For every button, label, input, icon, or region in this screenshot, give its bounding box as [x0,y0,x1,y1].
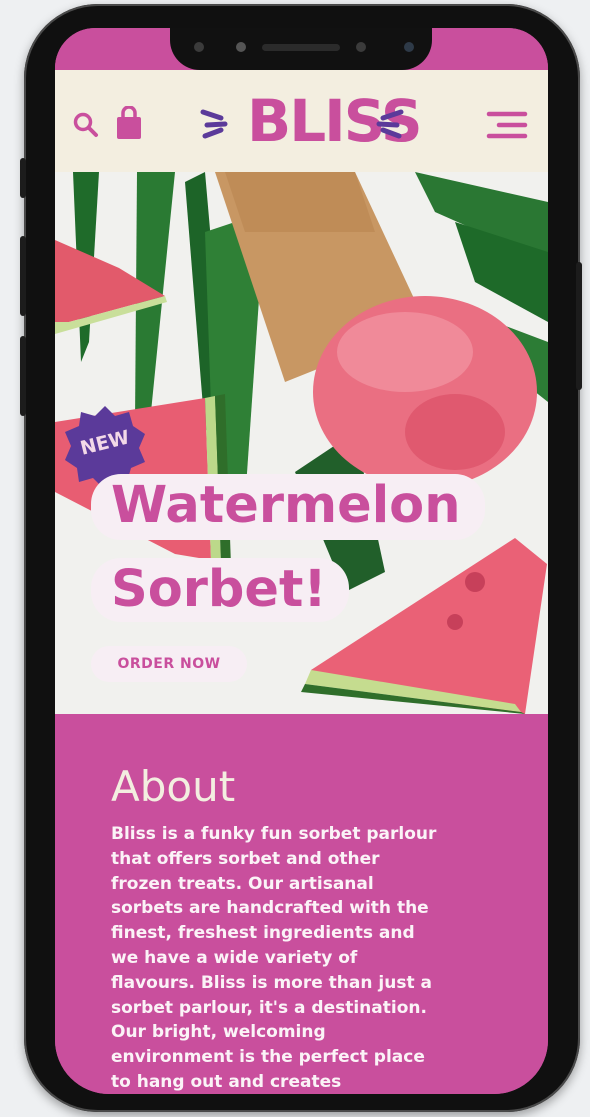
about-line: that offers sorbet and other [111,848,380,869]
about-line: sorbets are handcrafted with the [111,898,429,919]
about-paragraph: Bliss is a funky fun sorbet parlour that… [111,822,481,1094]
about-line: Our bright, welcoming [111,1022,326,1043]
phone-side-button [20,158,26,198]
about-heading: About [111,762,236,811]
front-camera-dot [404,42,414,52]
shopping-bag-icon[interactable] [115,106,143,140]
phone-power-button [576,262,582,390]
about-line: flavours. Bliss is more than just a [111,972,432,993]
sensor-dot [194,42,204,52]
phone-screen: BLISS NEW Watermelon Sorbet! ORDER NOW A… [55,28,548,1094]
hero-title-line-1: Watermelon [111,476,461,535]
bliss-logo[interactable]: BLISS [200,84,423,158]
phone-side-button [20,236,26,316]
phone-side-button [20,336,26,416]
search-icon[interactable] [73,112,99,138]
hero-banner: NEW Watermelon Sorbet! ORDER NOW [55,172,548,714]
camera-dot [236,42,246,52]
order-now-button[interactable]: ORDER NOW [91,646,247,682]
about-line: we have a wide variety of [111,947,358,968]
phone-notch [170,28,432,70]
about-line: frozen treats. Our artisanal [111,873,374,894]
about-line: Bliss is a funky fun sorbet parlour [111,824,437,844]
site-header: BLISS [55,70,548,172]
about-line: finest, freshest ingredients and [111,923,415,944]
about-line: sorbet parlour, it's a destination. [111,997,427,1018]
speaker-grille [262,44,340,51]
about-line: to hang out and creates [111,1071,342,1092]
about-line: environment is the perfect place [111,1047,425,1068]
sensor-dot [356,42,366,52]
hamburger-menu-icon[interactable] [485,110,529,140]
about-section: About Bliss is a funky fun sorbet parlou… [55,714,548,1094]
logo-right-dashes [376,109,404,139]
logo-left-dashes [200,109,228,139]
hero-title-line-2: Sorbet! [111,560,327,619]
